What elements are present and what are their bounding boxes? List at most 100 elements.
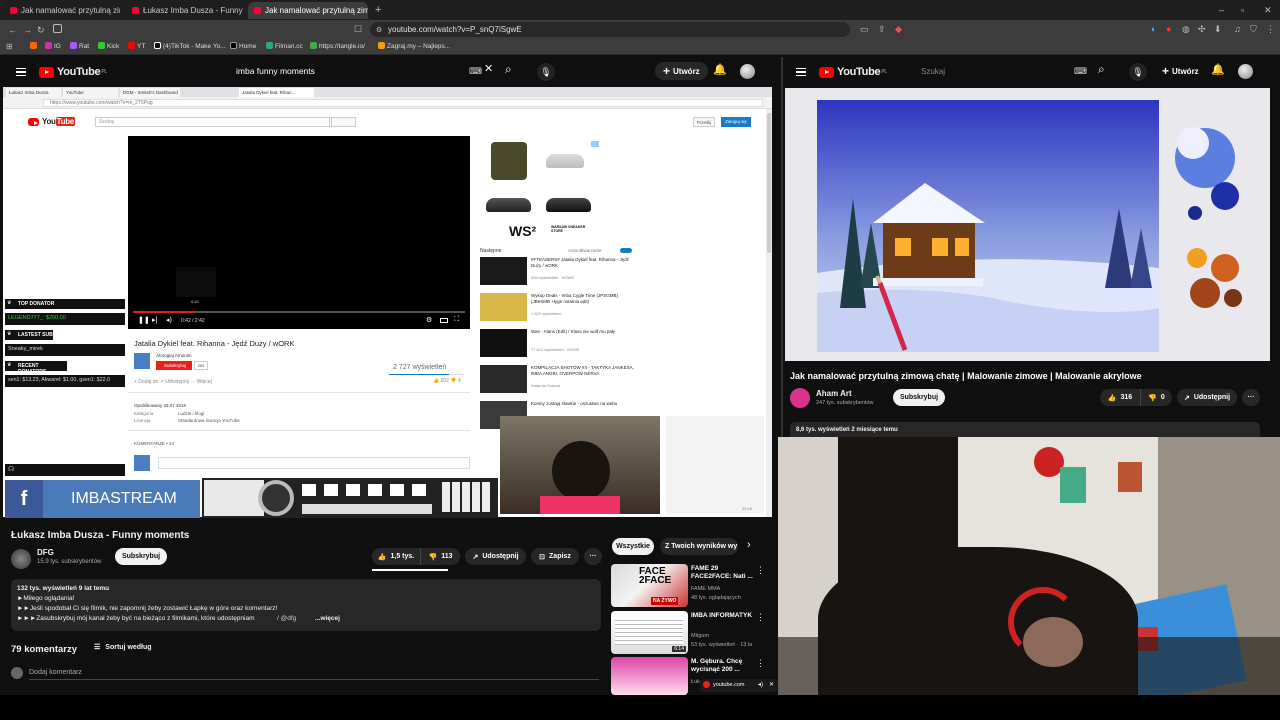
sneaker-image — [486, 198, 531, 212]
back-icon[interactable]: ← — [8, 25, 17, 35]
extension-icon[interactable]: ◍ — [1182, 24, 1190, 34]
nested-ad: WS² WARSAW SNEAKER STORE — [473, 136, 639, 239]
extension-icon[interactable]: ◆ — [895, 24, 902, 34]
search-input[interactable]: Szukaj — [914, 62, 1094, 81]
comments-count: 79 komentarzy — [11, 644, 78, 655]
share-icon[interactable]: ⇪ — [878, 24, 886, 34]
description-box[interactable]: 8,6 tys. wyświetleń 2 miesiące temu — [790, 422, 1260, 438]
more-options-icon[interactable]: ⋮ — [756, 565, 765, 575]
notifications-bell-icon[interactable]: 🔔 — [713, 65, 727, 76]
bookmark-item[interactable]: https://tangle.io/ — [310, 42, 365, 50]
puzzle-icon[interactable]: ✣ — [1198, 24, 1206, 34]
share-button[interactable]: ↗ Udostępnij — [1177, 389, 1237, 406]
subscribe-button[interactable]: Subskrybuj — [893, 389, 945, 406]
bookmark-item[interactable]: YT — [128, 42, 145, 50]
nested-search-input: Szukaj — [95, 117, 330, 127]
youtube-logo[interactable]: YouTube PL — [819, 66, 887, 78]
painting-video-player[interactable] — [785, 88, 1270, 361]
sort-icon: ☰ — [94, 644, 101, 651]
more-options-icon[interactable]: ⋮ — [756, 658, 765, 668]
browser-tab[interactable]: Łukasz Imba Dusza - Funny mom✕ — [126, 2, 244, 19]
nested-progress-bar — [133, 311, 465, 313]
subscribe-button[interactable]: Subskrybuj — [115, 548, 167, 565]
search-icon[interactable]: ⌕ — [505, 63, 512, 75]
bookmark-item[interactable]: (4)TikTok - Make Yo... — [154, 42, 226, 50]
clear-search-icon[interactable]: ✕ — [484, 64, 493, 75]
sort-comments-button[interactable]: ☰ Sortuj według — [94, 643, 152, 651]
bookmark-item[interactable]: Rat — [70, 42, 89, 50]
show-more-link[interactable]: ...więcej — [315, 615, 340, 622]
channel-avatar[interactable] — [790, 388, 810, 408]
extension-icon[interactable]: ◖ — [1150, 24, 1155, 34]
suggestion-title[interactable]: FAME 29 FACE2FACE: Nati ... — [691, 565, 753, 581]
bookmark-item[interactable]: IG — [45, 42, 61, 50]
create-button[interactable]: + Utwórz — [655, 62, 708, 80]
sidebar-icon[interactable] — [53, 24, 62, 33]
mini-player-bar[interactable]: youtube.com ◂) ✕ — [700, 679, 778, 692]
channel-name[interactable]: DFG — [37, 548, 54, 557]
more-actions-button[interactable]: ··· — [1242, 389, 1260, 406]
hamburger-menu-icon[interactable] — [796, 68, 806, 76]
bookmark-item[interactable]: Kick — [98, 42, 119, 50]
record-icon[interactable]: ● — [1166, 24, 1171, 34]
suggestion-thumbnail[interactable] — [611, 657, 688, 695]
channel-link[interactable]: / @dfg — [277, 615, 296, 622]
music-icon[interactable]: ♫ — [1234, 24, 1241, 34]
bookmark-item[interactable]: Filman.cc — [266, 42, 303, 50]
browser-tab-active[interactable]: Jak namalować przytulną zimow✕ — [248, 2, 368, 19]
save-button[interactable]: ⊡ Zapisz — [531, 548, 579, 565]
new-tab-icon[interactable]: + — [375, 5, 381, 16]
bookmark-icon[interactable]: ☐ — [354, 24, 362, 34]
keyboard-icon[interactable]: ⌨ — [1074, 66, 1087, 76]
add-comment-input[interactable]: Dodaj komentarz — [29, 668, 599, 680]
dislike-button[interactable]: 👎 113 — [420, 548, 460, 565]
avatar[interactable] — [1238, 64, 1253, 79]
suggestion-thumbnail[interactable]: 6:14 — [611, 611, 688, 654]
create-button[interactable]: + Utwórz — [1154, 62, 1207, 80]
apps-icon[interactable]: ⊞ — [6, 42, 13, 52]
channel-name[interactable]: Aham Art — [816, 389, 852, 398]
download-icon[interactable]: ⬇ — [1214, 24, 1222, 34]
channel-avatar[interactable] — [11, 549, 31, 569]
search-icon[interactable]: ⌕ — [1098, 63, 1105, 75]
description-box[interactable]: 132 tys. wyświetleń 9 lat temu ►Miłego o… — [11, 579, 601, 631]
chip-from-results[interactable]: Z Twoich wyników wy — [660, 538, 738, 555]
youtube-logo[interactable]: YouTube PL — [39, 66, 107, 78]
more-options-icon[interactable]: ⋮ — [756, 612, 765, 622]
bookmark-item[interactable] — [30, 42, 39, 50]
bookmark-item[interactable]: Home — [230, 42, 256, 50]
plus-icon: + — [1162, 64, 1170, 78]
suggestion-title[interactable]: M. Gębura. Chcę wycisnąć 200 ... — [691, 658, 753, 674]
bookmark-item[interactable]: Zagraj.my – Najleps... — [378, 42, 450, 50]
microphone-icon[interactable]: 🎙 — [537, 63, 555, 81]
browser-tab[interactable]: Jak namalować przytulną zimową cha — [4, 2, 120, 19]
suggestion-thumbnail[interactable]: FACE 2FACE NA ŻYWO — [611, 564, 688, 607]
minimize-icon[interactable]: – — [1219, 5, 1224, 15]
address-bar[interactable]: youtube.com/watch?v=P_snQ7iSgwE — [370, 22, 850, 37]
reload-icon[interactable]: ↻ — [37, 25, 45, 35]
chip-all[interactable]: Wszystkie — [612, 538, 654, 555]
volume-icon[interactable]: ◂) — [758, 681, 763, 688]
close-icon[interactable]: ✕ — [769, 681, 774, 688]
chevron-right-icon[interactable]: › — [747, 540, 751, 551]
like-button[interactable]: 👍 1,5 tys. — [372, 548, 420, 565]
menu-icon[interactable]: ⋮ — [1266, 24, 1275, 34]
hamburger-menu-icon[interactable] — [16, 68, 26, 76]
cast-icon[interactable]: ▭ — [860, 24, 869, 34]
more-actions-button[interactable]: ··· — [584, 548, 602, 565]
dislike-button[interactable]: 👎 0 — [1140, 389, 1172, 406]
microphone-icon[interactable]: 🎙 — [1129, 63, 1147, 81]
site-info-icon[interactable]: ⚙ — [376, 26, 382, 36]
maximize-icon[interactable]: ▫ — [1241, 5, 1244, 15]
nested-related-title: Koniny zostają słowkie - oszustwo na web… — [531, 401, 618, 406]
video-title: Jak namalować przytulną zimową chatę | M… — [790, 371, 1142, 381]
share-button[interactable]: ↗ Udostępnij — [465, 548, 526, 565]
suggestion-title[interactable]: IMBA INFORMATYK — [691, 612, 753, 620]
close-window-icon[interactable]: ✕ — [1264, 5, 1272, 15]
shield-icon[interactable]: ⛉ — [1250, 24, 1257, 34]
like-button[interactable]: 👍 316 — [1100, 389, 1140, 406]
keyboard-icon[interactable]: ⌨ — [469, 66, 482, 76]
forward-icon[interactable]: → — [23, 25, 32, 35]
notifications-bell-icon[interactable]: 🔔 — [1211, 65, 1225, 76]
avatar[interactable] — [740, 64, 755, 79]
